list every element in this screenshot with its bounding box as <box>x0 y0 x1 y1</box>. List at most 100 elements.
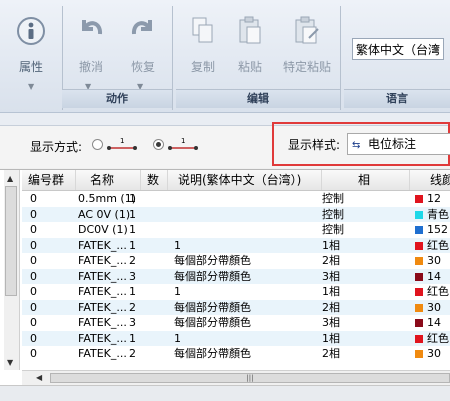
color-swatch <box>415 350 423 358</box>
scroll-down-icon[interactable]: ▼ <box>7 358 13 367</box>
cell-text: 1相 <box>322 285 340 298</box>
cell-text: 0 <box>30 223 37 236</box>
display-style-value: 电位标注 <box>368 137 417 151</box>
cell-text: 2相 <box>322 347 340 360</box>
table-cell-phase: 2相 <box>322 346 402 361</box>
table-row[interactable]: 0 0.5mm (1) 1 控制 12 <box>22 191 450 207</box>
cell-text: FATEK_... <box>78 254 127 267</box>
cell-text: 红色 <box>427 285 449 298</box>
vertical-scrollbar[interactable]: ▲ ▼ <box>4 170 20 370</box>
cell-text: FATEK_... <box>78 347 127 360</box>
color-swatch <box>415 226 423 234</box>
table-cell-phase: 1相 <box>322 331 402 346</box>
properties-button[interactable]: 属性 <box>0 6 62 80</box>
table-cell-phase: 3相 <box>322 315 402 330</box>
cell-text: 2 <box>129 300 136 314</box>
cell-text: 1相 <box>322 331 340 345</box>
cell-text: 1 <box>129 207 136 221</box>
chevron-down-icon[interactable]: ▼ <box>28 82 34 91</box>
cell-text: 1 <box>129 223 136 236</box>
wire-icon: 1 <box>167 136 199 155</box>
table-cell-color: 青色 <box>415 207 450 222</box>
paste-special-button[interactable]: 特定粘贴 <box>274 6 340 80</box>
color-swatch <box>415 210 423 219</box>
cell-text: 每個部分帶顏色 <box>174 347 251 360</box>
copy-button[interactable]: 复制 <box>178 6 228 80</box>
cell-text: FATEK_... <box>78 238 127 252</box>
cell-text: 0 <box>30 238 37 252</box>
table-cell-group: 0 <box>30 315 74 330</box>
table-row[interactable]: 0 DC0V (1) 1 控制 152 <box>22 222 450 238</box>
display-mode-radio-2[interactable] <box>153 139 164 150</box>
color-swatch <box>415 319 423 327</box>
horizontal-scrollbar[interactable]: ◀ ||| <box>22 370 450 385</box>
ribbon-toolbar: 属性 ▼ 撤消 恢复 ▼ ▼ 动作 复制 粘贴 特定粘贴 编辑 繁体中文（台湾 … <box>0 0 450 113</box>
display-mode-radio-1[interactable] <box>92 139 103 150</box>
table-row[interactable]: 0 FATEK_... 2 每個部分帶顏色 2相 30 <box>22 253 450 269</box>
table-cell-phase: 1相 <box>322 284 402 299</box>
action-group: 撤消 恢复 ▼ ▼ 动作 <box>62 6 173 110</box>
undo-label: 撤消 <box>78 60 103 74</box>
table-cell-color: 30 <box>415 300 450 315</box>
scroll-thumb[interactable]: ||| <box>50 373 450 383</box>
scroll-thumb[interactable] <box>5 186 17 296</box>
table-cell-group: 0 <box>30 207 74 222</box>
table-row[interactable]: 0 FATEK_... 2 每個部分帶顏色 2相 30 <box>22 299 450 315</box>
redo-button[interactable]: 恢复 <box>118 6 168 80</box>
table-cell-desc: 每個部分帶顏色 <box>174 315 314 330</box>
scroll-left-icon[interactable]: ◀ <box>36 373 42 382</box>
cell-text: FATEK_... <box>78 300 127 314</box>
column-header[interactable]: 数 <box>141 170 168 190</box>
action-group-title: 动作 <box>62 89 172 108</box>
paste-special-icon <box>293 16 321 49</box>
table-cell-color: 14 <box>415 315 450 330</box>
table-cell-num: 2 <box>129 253 151 268</box>
column-header[interactable]: 相 <box>322 170 410 190</box>
table-cell-group: 0 <box>30 191 74 206</box>
cell-text: FATEK_... <box>78 331 127 345</box>
redo-label: 恢复 <box>130 60 155 74</box>
cell-text: 3相 <box>322 316 340 329</box>
table-cell-num: 1 <box>129 331 151 346</box>
potential-marker-icon: ⇆ <box>352 140 361 151</box>
cell-text: 1 <box>129 238 136 252</box>
table-cell-num: 1 <box>129 191 151 206</box>
column-header[interactable]: 线颜 <box>410 170 450 190</box>
table-cell-num: 2 <box>129 346 151 361</box>
table-cell-phase: 3相 <box>322 269 402 284</box>
paste-label: 粘贴 <box>237 60 262 74</box>
table-row[interactable]: 0 FATEK_... 1 1 1相 红色 <box>22 284 450 300</box>
display-mode-label: 显示方式: <box>30 140 83 154</box>
color-swatch <box>415 241 423 250</box>
column-header[interactable]: 编号群 <box>22 170 76 190</box>
color-swatch <box>415 257 423 265</box>
cell-text: 0 <box>30 207 37 221</box>
table-row[interactable]: 0 FATEK_... 1 1 1相 红色 <box>22 330 450 346</box>
paste-button[interactable]: 粘贴 <box>228 6 272 80</box>
table-row[interactable]: 0 AC 0V (1) 1 控制 青色 <box>22 206 450 222</box>
table-row[interactable]: 0 FATEK_... 3 每個部分帶顏色 3相 14 <box>22 315 450 331</box>
language-value: 繁体中文（台湾 <box>356 43 441 57</box>
language-group-title: 语言 <box>344 89 450 108</box>
table-cell-num: 1 <box>129 222 151 237</box>
column-header[interactable]: 名称 <box>76 170 141 190</box>
scroll-up-icon[interactable]: ▲ <box>7 174 13 183</box>
language-select[interactable]: 繁体中文（台湾 ▼ <box>352 38 444 60</box>
display-style-select[interactable]: ⇆ 电位标注 <box>347 133 450 155</box>
table-cell-color: 12 <box>415 191 450 206</box>
table-cell-desc <box>174 222 314 237</box>
copy-icon <box>190 16 216 49</box>
cell-text: 1 <box>174 331 181 345</box>
column-header[interactable]: 说明(繁体中文（台湾）) <box>168 170 322 190</box>
table-row[interactable]: 0 FATEK_... 3 每個部分帶顏色 3相 14 <box>22 268 450 284</box>
table-row[interactable]: 0 FATEK_... 1 1 1相 红色 <box>22 237 450 253</box>
table-cell-desc: 每個部分帶顏色 <box>174 346 314 361</box>
table-row[interactable]: 0 FATEK_... 2 每個部分帶顏色 2相 30 <box>22 346 450 362</box>
table-cell-num: 3 <box>129 315 151 330</box>
undo-button[interactable]: 撤消 <box>66 6 116 80</box>
cell-text: 30 <box>427 347 441 360</box>
paste-icon <box>237 16 263 49</box>
cell-text: 1 <box>129 331 136 345</box>
table-cell-group: 0 <box>30 238 74 253</box>
display-style-label: 显示样式: <box>288 138 341 152</box>
